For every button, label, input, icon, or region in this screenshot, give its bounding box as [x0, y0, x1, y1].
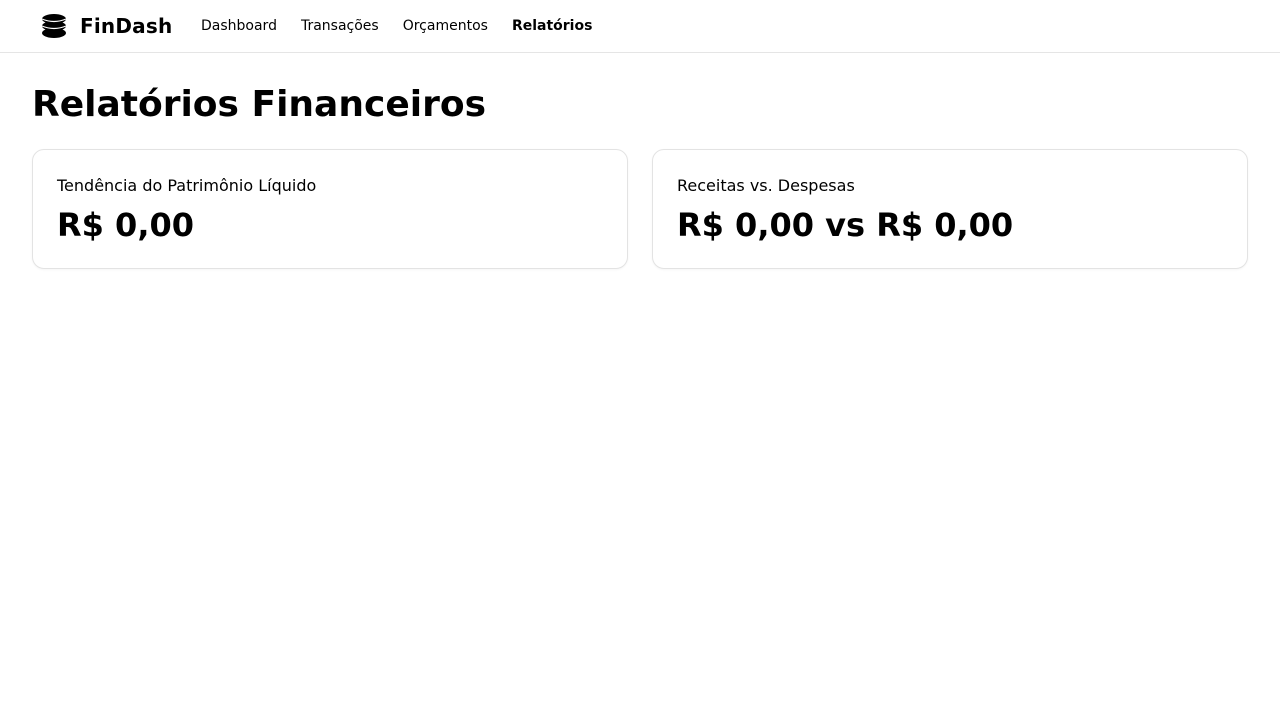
- nav-item-relatorios[interactable]: Relatórios: [512, 0, 593, 52]
- top-navigation-bar: FinDash Dashboard Transações Orçamentos …: [0, 0, 1280, 53]
- brand-logo-link[interactable]: FinDash: [40, 12, 172, 40]
- card-value: R$ 0,00 vs R$ 0,00: [677, 206, 1014, 244]
- nav-item-transacoes[interactable]: Transações: [301, 0, 379, 52]
- card-value: R$ 0,00: [57, 206, 194, 244]
- nav-item-dashboard[interactable]: Dashboard: [201, 0, 277, 52]
- card-label: Tendência do Patrimônio Líquido: [57, 176, 317, 195]
- page-title: Relatórios Financeiros: [32, 84, 486, 125]
- app-name: FinDash: [80, 14, 173, 38]
- income-vs-expenses-card: Receitas vs. Despesas R$ 0,00 vs R$ 0,00: [652, 149, 1248, 269]
- stacked-coins-icon: [41, 14, 67, 38]
- main-nav: Dashboard Transações Orçamentos Relatóri…: [201, 0, 616, 52]
- nav-item-orcamentos[interactable]: Orçamentos: [403, 0, 488, 52]
- net-worth-trend-card: Tendência do Patrimônio Líquido R$ 0,00: [32, 149, 628, 269]
- card-label: Receitas vs. Despesas: [677, 176, 855, 195]
